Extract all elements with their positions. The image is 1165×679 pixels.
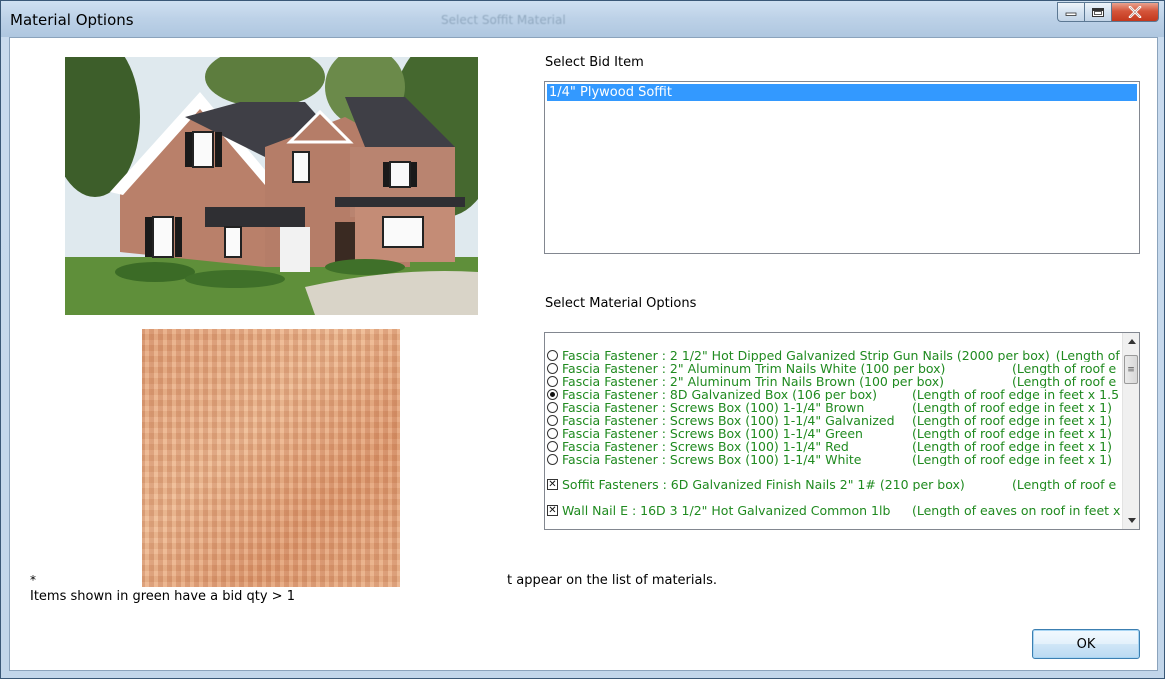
option-checkbox-checked[interactable]: ✕ xyxy=(547,479,558,490)
option-qty: (Length of roof e xyxy=(1012,478,1117,491)
bid-item-list[interactable]: 1/4" Plywood Soffit xyxy=(544,81,1140,254)
option-name: Fascia Fastener : Screws Box (100) 1-1/4… xyxy=(562,414,895,427)
option-qty: (Length of roof e xyxy=(1055,349,1122,362)
select-bid-item-label: Select Bid Item xyxy=(545,55,644,70)
option-qty: (Length of eaves on roof in feet x xyxy=(912,504,1121,517)
option-name: Fascia Fastener : 2 1/2" Hot Dipped Galv… xyxy=(562,349,1050,362)
option-qty: (Length of roof edge in feet x 1.5 xyxy=(912,388,1120,401)
option-qty: (Length of roof e xyxy=(1012,362,1117,375)
material-option-row[interactable]: Fascia Fastener : Screws Box (100) 1-1/4… xyxy=(547,414,1122,427)
material-options-window: Select Soffit Material Material Options xyxy=(0,0,1165,679)
option-radio-selected[interactable] xyxy=(547,389,558,400)
option-name: Fascia Fastener : Screws Box (100) 1-1/4… xyxy=(562,453,862,466)
option-radio[interactable] xyxy=(547,402,558,413)
material-option-row[interactable]: ✕ Soffit Fasteners : 6D Galvanized Finis… xyxy=(547,478,1122,491)
option-radio[interactable] xyxy=(547,350,558,361)
option-qty: (Length of roof edge in feet x 1) xyxy=(912,440,1112,453)
scroll-up-button[interactable] xyxy=(1123,333,1139,350)
scroll-down-icon xyxy=(1127,518,1136,523)
option-radio[interactable] xyxy=(547,376,558,387)
window-controls xyxy=(1057,2,1159,22)
note-green-items: Items shown in green have a bid qty > 1 xyxy=(30,589,295,604)
option-radio[interactable] xyxy=(547,428,558,439)
option-name: Fascia Fastener : Screws Box (100) 1-1/4… xyxy=(562,401,865,414)
minimize-button[interactable] xyxy=(1057,2,1084,22)
option-name: Fascia Fastener : Screws Box (100) 1-1/4… xyxy=(562,427,863,440)
scroll-thumb[interactable]: ≡ xyxy=(1124,355,1138,384)
background-window-title: Select Soffit Material xyxy=(441,13,566,27)
option-qty: (Length of roof edge in feet x 1) xyxy=(912,414,1112,427)
option-name: Fascia Fastener : 2" Aluminum Trim Nails… xyxy=(562,362,946,375)
option-qty: (Length of roof edge in feet x 1) xyxy=(912,427,1112,440)
title-bar[interactable]: Select Soffit Material Material Options xyxy=(1,1,1164,37)
wood-texture-swatch xyxy=(142,329,400,587)
material-option-row[interactable]: ✕ Wall Nail E : 16D 3 1/2" Hot Galvanize… xyxy=(547,504,1122,517)
close-icon xyxy=(1128,6,1142,18)
bid-item-selected[interactable]: 1/4" Plywood Soffit xyxy=(547,84,1137,101)
material-option-row[interactable]: Fascia Fastener : Screws Box (100) 1-1/4… xyxy=(547,427,1122,440)
maximize-icon xyxy=(1092,7,1104,17)
option-name: Soffit Fasteners : 6D Galvanized Finish … xyxy=(562,478,965,491)
option-qty: (Length of roof edge in feet x 1) xyxy=(912,401,1112,414)
material-option-row[interactable]: Fascia Fastener : 8D Galvanized Box (106… xyxy=(547,388,1122,401)
note-asterisk: * xyxy=(30,573,36,587)
maximize-button[interactable] xyxy=(1084,2,1111,22)
ok-button[interactable]: OK xyxy=(1032,629,1140,659)
material-option-row[interactable]: Fascia Fastener : 2 1/2" Hot Dipped Galv… xyxy=(547,349,1122,362)
option-name: Fascia Fastener : 2" Aluminum Trin Nails… xyxy=(562,375,945,388)
material-option-row[interactable]: Fascia Fastener : Screws Box (100) 1-1/4… xyxy=(547,401,1122,414)
select-material-options-label: Select Material Options xyxy=(545,296,697,311)
option-name: Wall Nail E : 16D 3 1/2" Hot Galvanized … xyxy=(562,504,891,517)
house-illustration xyxy=(65,57,478,315)
option-qty: (Length of roof edge in feet x 1) xyxy=(912,453,1112,466)
option-qty: (Length of roof e xyxy=(1012,375,1117,388)
material-options-list[interactable]: Fascia Fastener : 2 1/2" Hot Dipped Galv… xyxy=(544,332,1140,530)
note-materials-list: t appear on the list of materials. xyxy=(507,573,717,588)
close-button[interactable] xyxy=(1111,2,1159,22)
material-option-row[interactable]: Fascia Fastener : Screws Box (100) 1-1/4… xyxy=(547,440,1122,453)
window-title: Material Options xyxy=(10,11,134,29)
scroll-down-button[interactable] xyxy=(1123,512,1139,529)
material-option-row[interactable]: Fascia Fastener : Screws Box (100) 1-1/4… xyxy=(547,453,1122,466)
option-radio[interactable] xyxy=(547,454,558,465)
vertical-scrollbar[interactable]: ≡ xyxy=(1122,333,1139,529)
scroll-up-icon xyxy=(1127,339,1136,344)
material-option-row[interactable]: Fascia Fastener : 2" Aluminum Trim Nails… xyxy=(547,362,1122,375)
option-radio[interactable] xyxy=(547,363,558,374)
dialog-client-area: Select Bid Item 1/4" Plywood Soffit Sele… xyxy=(9,37,1158,671)
house-photo xyxy=(65,57,478,315)
option-radio[interactable] xyxy=(547,415,558,426)
option-name: Fascia Fastener : 8D Galvanized Box (106… xyxy=(562,388,878,401)
option-checkbox-checked[interactable]: ✕ xyxy=(547,505,558,516)
option-radio[interactable] xyxy=(547,441,558,452)
minimize-icon xyxy=(1065,12,1077,16)
option-name: Fascia Fastener : Screws Box (100) 1-1/4… xyxy=(562,440,849,453)
material-option-row[interactable]: Fascia Fastener : 2" Aluminum Trin Nails… xyxy=(547,375,1122,388)
